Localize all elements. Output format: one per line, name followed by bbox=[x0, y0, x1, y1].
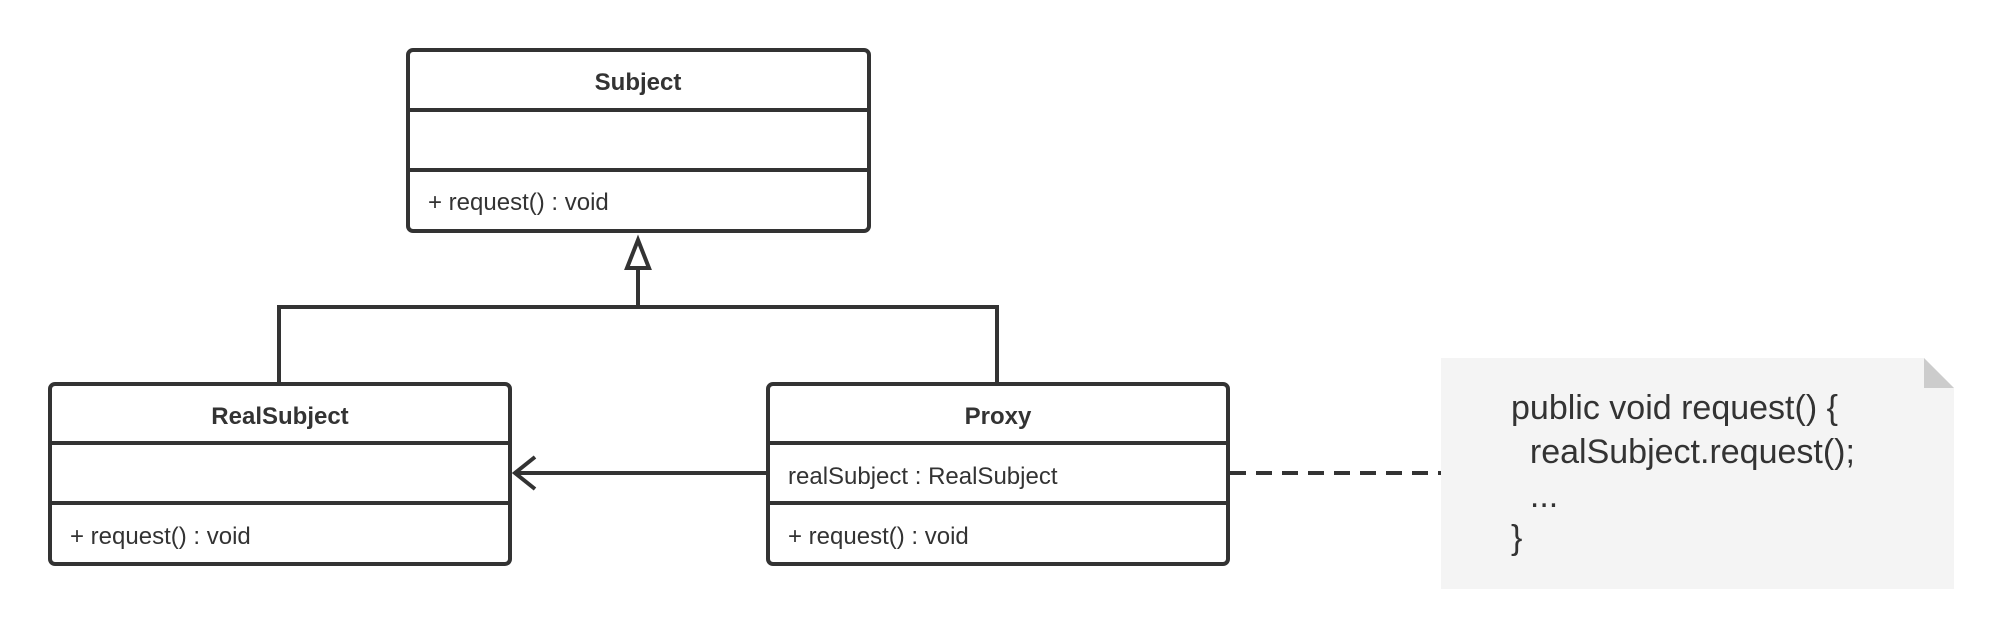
code-note[interactable]: public void request() { realSubject.requ… bbox=[1441, 358, 1954, 589]
hollow-triangle-arrowhead-icon bbox=[624, 234, 652, 270]
note-line: public void request() { bbox=[1511, 389, 1838, 427]
class-real-subject[interactable]: RealSubject + request() : void bbox=[48, 382, 512, 566]
class-subject[interactable]: Subject + request() : void bbox=[406, 48, 871, 233]
note-line: } bbox=[1511, 519, 1522, 557]
class-attribute: realSubject : RealSubject bbox=[788, 463, 1058, 490]
generalization-connector bbox=[277, 234, 999, 384]
note-line: realSubject.request(); bbox=[1511, 433, 1855, 471]
note-folded-corner-icon bbox=[1924, 358, 1954, 388]
class-proxy[interactable]: Proxy realSubject : RealSubject + reques… bbox=[766, 382, 1230, 566]
note-line: ... bbox=[1511, 477, 1558, 515]
class-name: Proxy bbox=[965, 403, 1032, 430]
inheritance-line bbox=[277, 305, 999, 384]
uml-diagram: Subject + request() : void RealSubject +… bbox=[48, 48, 1954, 589]
class-name: Subject bbox=[595, 69, 682, 96]
class-operation: + request() : void bbox=[428, 189, 609, 216]
class-operation: + request() : void bbox=[788, 523, 969, 550]
association-connector bbox=[511, 455, 768, 491]
class-operation: + request() : void bbox=[70, 523, 251, 550]
class-name: RealSubject bbox=[211, 403, 348, 430]
